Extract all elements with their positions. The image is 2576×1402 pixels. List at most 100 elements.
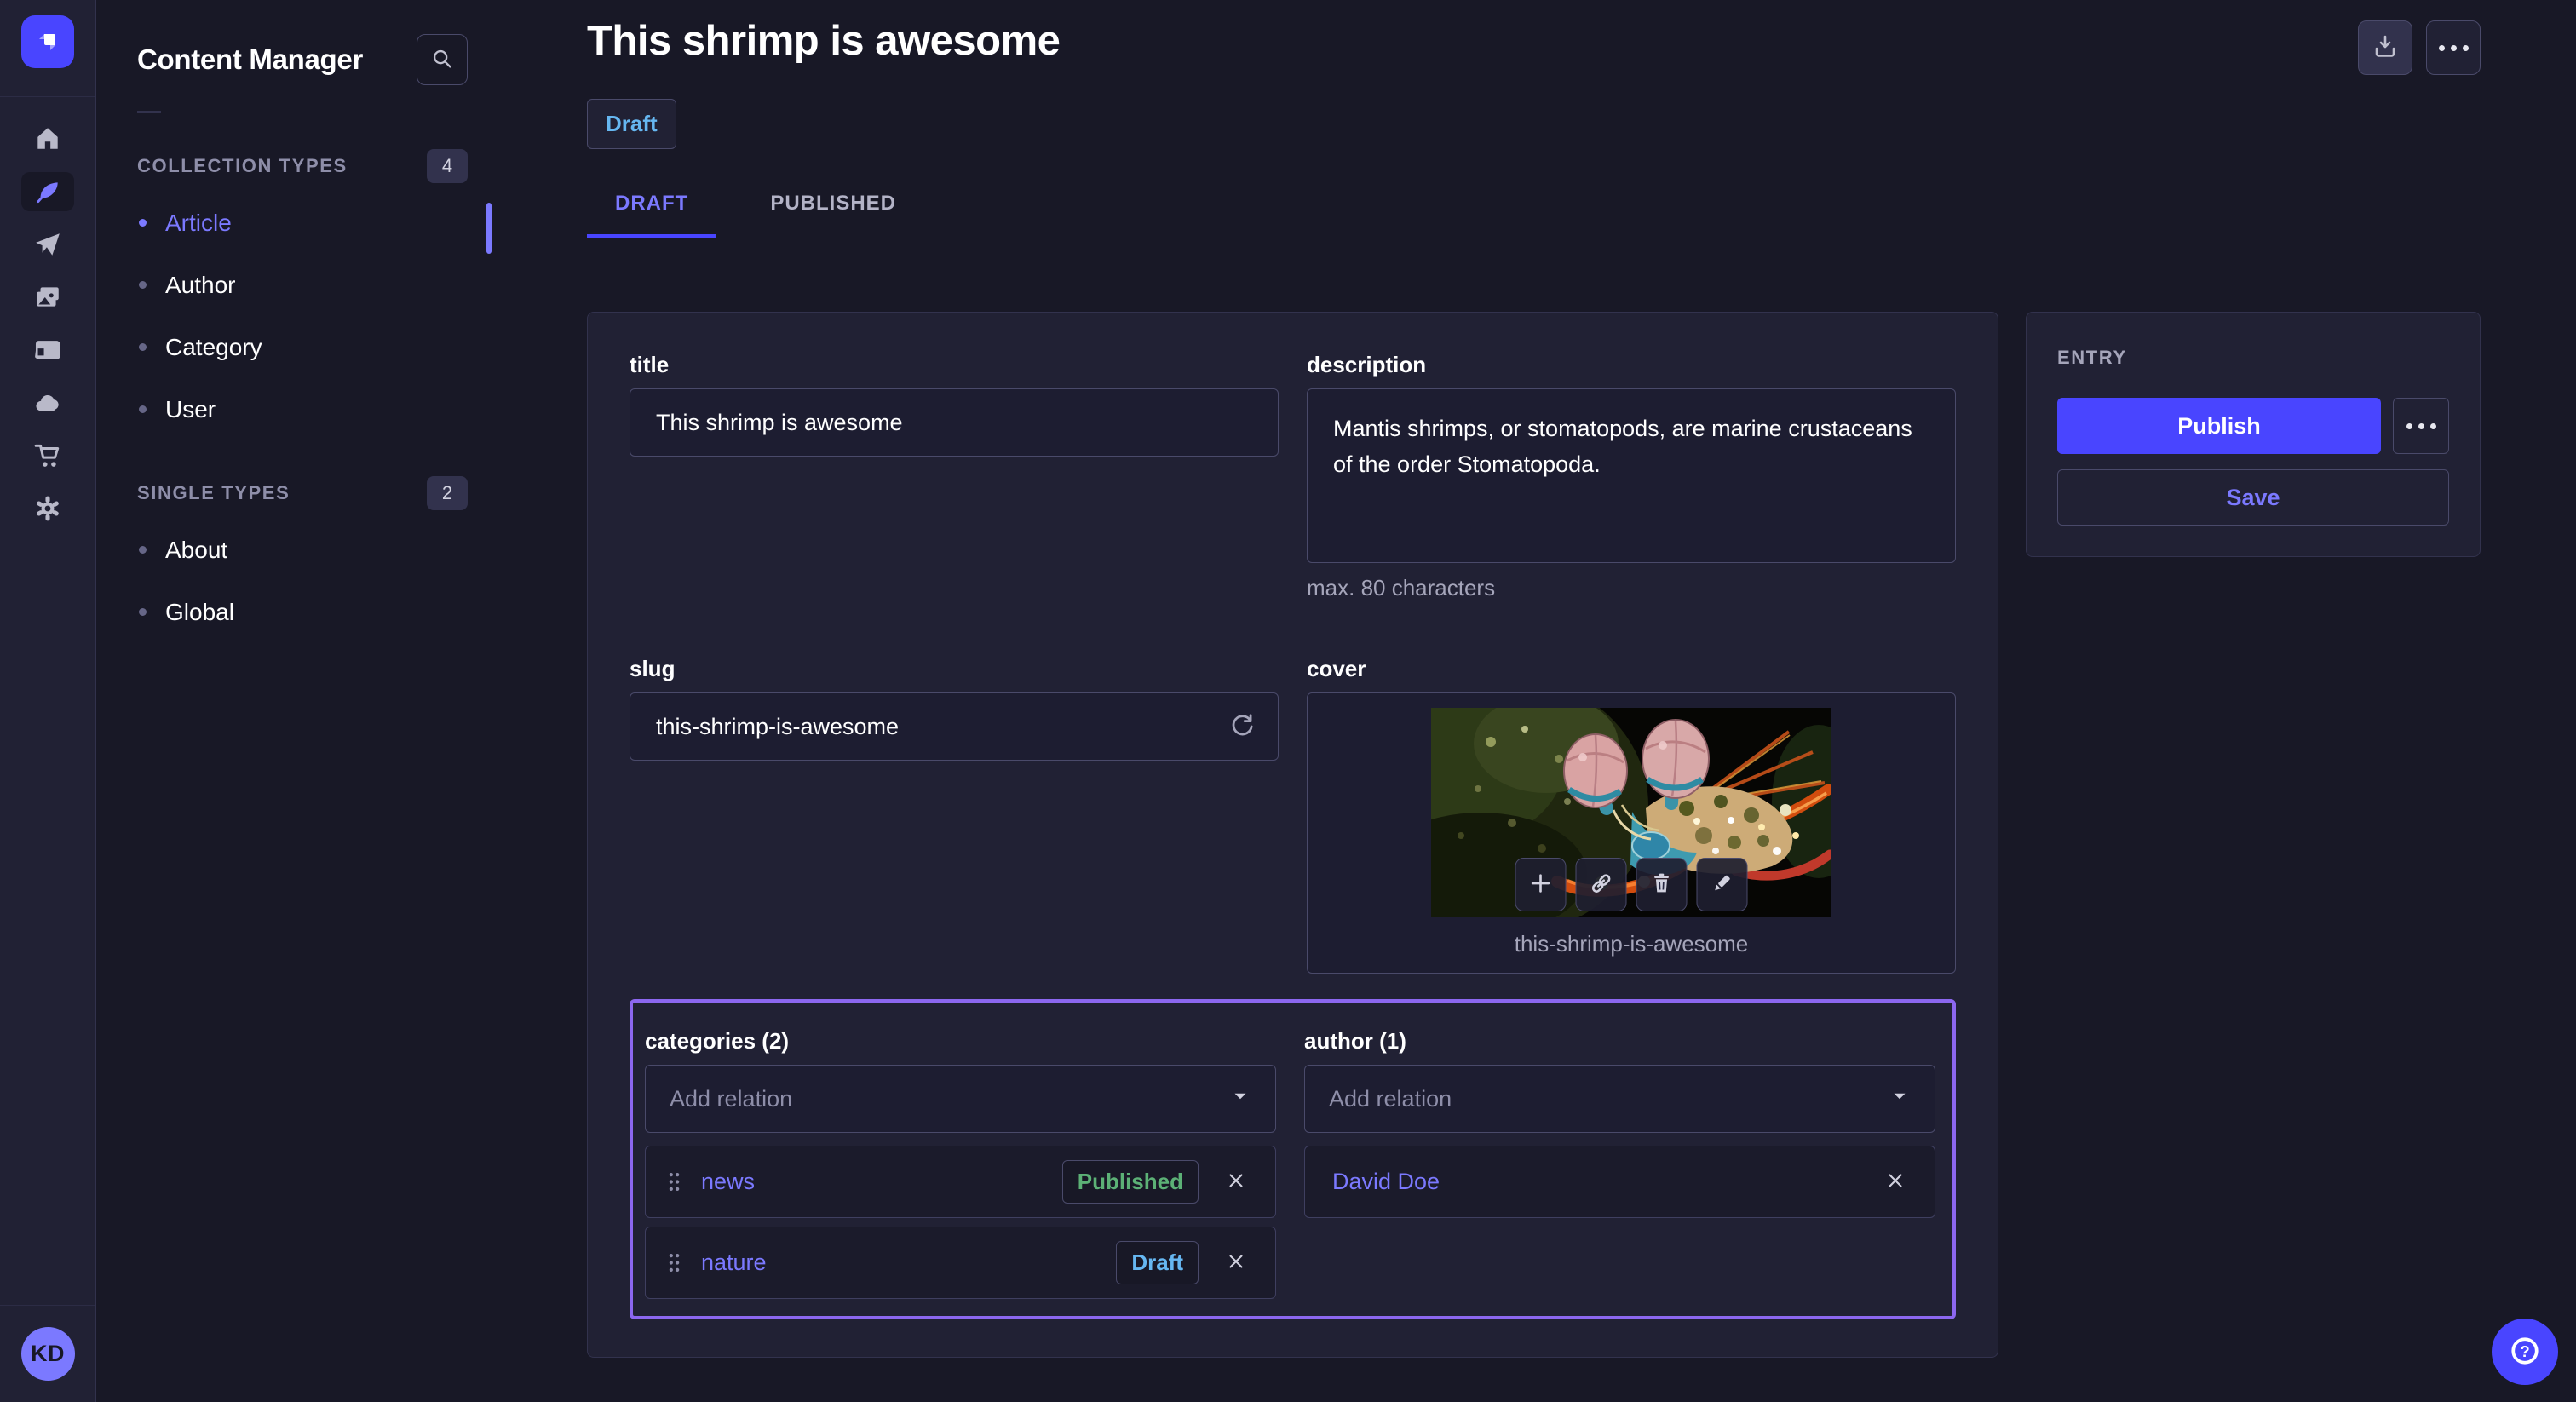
rail-footer: KD xyxy=(0,1305,95,1402)
author-relation-list: David Doe xyxy=(1304,1146,1935,1218)
categories-add-relation-combobox[interactable]: Add relation xyxy=(645,1065,1276,1133)
sidebar-item-about[interactable]: About xyxy=(137,519,468,581)
drag-handle-icon[interactable] xyxy=(668,1253,681,1273)
edit-asset-button[interactable] xyxy=(1697,858,1748,911)
sidebar-item-category[interactable]: Category xyxy=(137,316,468,378)
media-library-icon[interactable] xyxy=(21,278,74,317)
search-icon xyxy=(429,46,455,74)
bullet-icon xyxy=(139,546,147,554)
close-icon xyxy=(1225,1169,1247,1194)
tab-draft[interactable]: DRAFT xyxy=(587,192,716,238)
sidebar-item-global[interactable]: Global xyxy=(137,581,468,643)
version-tabs: DRAFT PUBLISHED xyxy=(587,192,2481,238)
categories-placeholder: Add relation xyxy=(670,1086,792,1112)
published-status-pill: Published xyxy=(1062,1160,1199,1204)
categories-field: categories (2) Add relation news Publish… xyxy=(645,1028,1276,1299)
page-title: This shrimp is awesome xyxy=(587,17,1060,65)
content-manager-pen-icon[interactable] xyxy=(21,172,74,211)
author-label: author (1) xyxy=(1304,1028,1935,1054)
pencil-icon xyxy=(1710,871,1735,899)
title-label: title xyxy=(630,352,1279,378)
tab-published[interactable]: PUBLISHED xyxy=(742,192,924,238)
svg-text:?: ? xyxy=(2520,1342,2529,1359)
search-button[interactable] xyxy=(417,34,468,85)
relations-highlight-box: categories (2) Add relation news Publish… xyxy=(630,999,1956,1319)
author-add-relation-combobox[interactable]: Add relation xyxy=(1304,1065,1935,1133)
title-input[interactable] xyxy=(630,388,1279,457)
layout-card-icon[interactable] xyxy=(21,330,74,370)
chevron-down-icon xyxy=(1889,1085,1911,1113)
description-textarea[interactable]: Mantis shrimps, or stomatopods, are mari… xyxy=(1307,388,1956,563)
sidebar-item-user[interactable]: User xyxy=(137,378,468,440)
question-mark-icon: ? xyxy=(2508,1334,2542,1370)
paper-plane-icon[interactable] xyxy=(21,225,74,264)
categories-relation-list: news Published nature Draft xyxy=(645,1146,1276,1299)
relation-item-david-doe[interactable]: David Doe xyxy=(1304,1146,1935,1218)
cart-icon[interactable] xyxy=(21,436,74,475)
trash-icon xyxy=(1649,871,1675,899)
collection-types-label: COLLECTION TYPES xyxy=(137,155,348,177)
cloud-icon[interactable] xyxy=(21,383,74,422)
sidebar-item-article[interactable]: Article xyxy=(137,192,468,254)
gear-icon[interactable] xyxy=(21,489,74,528)
remove-relation-button[interactable] xyxy=(1219,1165,1253,1199)
subnav-title: Content Manager xyxy=(137,43,363,76)
delete-asset-button[interactable] xyxy=(1636,858,1688,911)
ellipsis-icon xyxy=(2406,423,2436,429)
entry-more-button[interactable] xyxy=(2393,398,2449,454)
edit-form-panel: title description Mantis shrimps, or sto… xyxy=(587,312,1998,1358)
chevron-down-icon xyxy=(1229,1085,1251,1113)
remove-relation-button[interactable] xyxy=(1219,1246,1253,1280)
more-actions-button[interactable] xyxy=(2426,20,2481,75)
single-types-count: 2 xyxy=(427,476,468,510)
brand-logo-area xyxy=(0,0,95,97)
categories-label: categories (2) xyxy=(645,1028,1276,1054)
user-avatar[interactable]: KD xyxy=(21,1327,75,1381)
publish-button[interactable]: Publish xyxy=(2057,398,2381,454)
download-icon xyxy=(2372,33,2399,63)
bullet-icon xyxy=(139,343,147,351)
link-icon xyxy=(1589,871,1614,899)
relation-link[interactable]: David Doe xyxy=(1332,1169,1858,1195)
slug-input[interactable] xyxy=(630,692,1279,761)
cover-box: this-shrimp-is-awesome xyxy=(1307,692,1956,974)
relation-link[interactable]: news xyxy=(701,1169,1042,1195)
remove-relation-button[interactable] xyxy=(1878,1165,1912,1199)
collection-types-section: COLLECTION TYPES 4 Article Author Catego… xyxy=(137,149,468,440)
cover-caption: this-shrimp-is-awesome xyxy=(1308,931,1955,957)
regenerate-slug-button[interactable] xyxy=(1224,710,1260,745)
download-button[interactable] xyxy=(2358,20,2412,75)
single-types-section: SINGLE TYPES 2 About Global xyxy=(137,476,468,643)
drag-handle-icon[interactable] xyxy=(668,1172,681,1192)
help-button[interactable]: ? xyxy=(2492,1319,2558,1385)
status-badge: Draft xyxy=(587,99,676,149)
ellipsis-icon xyxy=(2439,45,2469,51)
author-field: author (1) Add relation David Doe xyxy=(1304,1028,1935,1299)
slug-field: slug xyxy=(630,656,1279,761)
entry-panel-label: ENTRY xyxy=(2057,347,2449,369)
bullet-icon xyxy=(139,219,147,227)
strapi-logo-icon xyxy=(34,28,61,55)
single-types-label: SINGLE TYPES xyxy=(137,482,290,504)
entry-panel: ENTRY Publish Save xyxy=(2026,312,2481,557)
home-icon[interactable] xyxy=(21,119,74,158)
close-icon xyxy=(1225,1250,1247,1275)
sidebar-item-author[interactable]: Author xyxy=(137,254,468,316)
author-placeholder: Add relation xyxy=(1329,1086,1452,1112)
copy-link-button[interactable] xyxy=(1576,858,1627,911)
bullet-icon xyxy=(139,608,147,616)
description-hint: max. 80 characters xyxy=(1307,575,1956,601)
add-asset-button[interactable] xyxy=(1515,858,1567,911)
relation-item-news[interactable]: news Published xyxy=(645,1146,1276,1218)
relation-item-nature[interactable]: nature Draft xyxy=(645,1227,1276,1299)
relation-link[interactable]: nature xyxy=(701,1250,1095,1276)
title-field: title xyxy=(630,352,1279,457)
bullet-icon xyxy=(139,281,147,289)
strapi-logo[interactable] xyxy=(21,15,74,68)
bullet-icon xyxy=(139,405,147,413)
plus-icon xyxy=(1528,871,1554,899)
rail-icons xyxy=(21,119,74,528)
save-button[interactable]: Save xyxy=(2057,469,2449,526)
cover-actions xyxy=(1515,858,1748,911)
refresh-icon xyxy=(1228,712,1256,744)
